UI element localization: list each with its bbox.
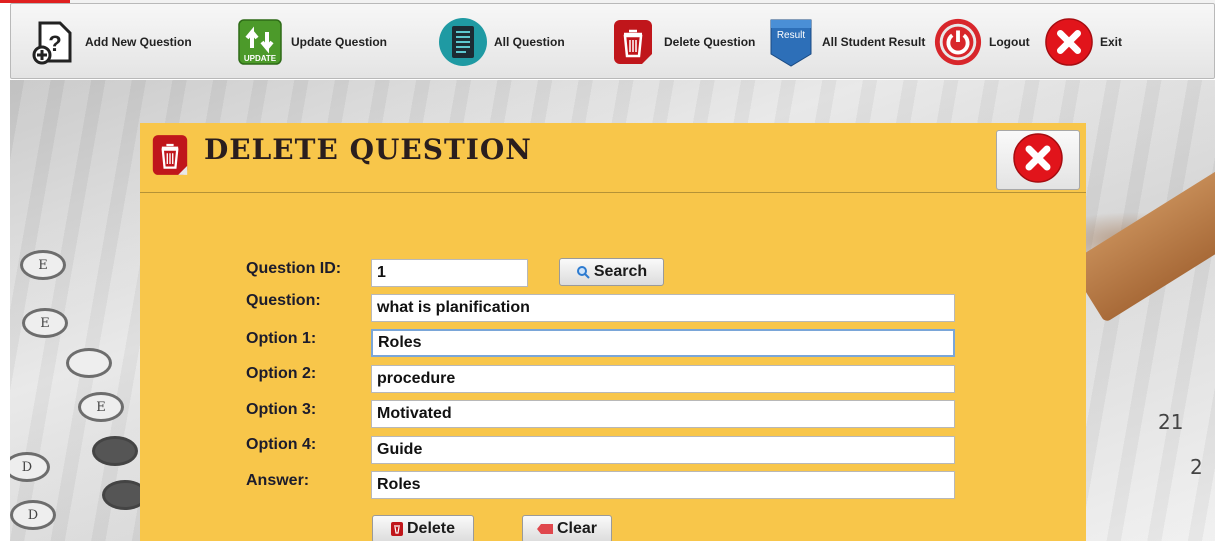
option-1-label: Option 1:: [246, 330, 317, 347]
option-2-label: Option 2:: [246, 365, 317, 382]
trash-icon: [390, 522, 403, 536]
dialog-title: DELETE QUESTION: [204, 133, 532, 166]
close-icon: [1044, 17, 1094, 67]
question-label: Question:: [246, 292, 321, 309]
toolbar-label: All Question: [494, 35, 565, 49]
power-icon: [933, 17, 983, 67]
question-field[interactable]: [371, 294, 955, 322]
delete-question-button[interactable]: Delete Question: [608, 4, 755, 80]
update-question-button[interactable]: UPDATE Update Question: [235, 4, 387, 80]
delete-button[interactable]: Delete: [372, 515, 474, 541]
option-1-field[interactable]: [371, 329, 955, 357]
toolbar-label: Update Question: [291, 35, 388, 49]
sheet-number: 2: [1190, 455, 1203, 479]
all-student-result-button[interactable]: Result All Student Result: [766, 4, 925, 80]
toolbar-label: Logout: [989, 35, 1030, 49]
toolbar-label: All Student Result: [822, 35, 926, 49]
exit-button[interactable]: Exit: [1044, 4, 1122, 80]
sheet-bubble: E: [20, 250, 66, 280]
sheet-number: 21: [1158, 410, 1184, 434]
trash-icon: [608, 17, 658, 67]
answer-field[interactable]: [371, 471, 955, 499]
sheet-bubble-filled: [92, 436, 138, 466]
logout-button[interactable]: Logout: [933, 4, 1030, 80]
option-3-label: Option 3:: [246, 401, 317, 418]
option-3-field[interactable]: [371, 400, 955, 428]
clear-button[interactable]: Clear: [522, 515, 612, 541]
result-badge-icon: Result: [766, 17, 816, 67]
option-4-label: Option 4:: [246, 436, 317, 453]
search-button-label: Search: [593, 263, 648, 280]
close-dialog-button[interactable]: [996, 130, 1080, 190]
all-question-button[interactable]: All Question: [438, 4, 565, 80]
delete-question-panel: DELETE QUESTION Question ID: Search Ques…: [140, 123, 1086, 541]
trash-icon: [151, 132, 189, 178]
sheet-bubble: E: [22, 308, 68, 338]
add-question-icon: ?: [29, 17, 79, 67]
background-pencil: [1068, 147, 1215, 323]
option-4-field[interactable]: [371, 436, 955, 464]
toolbar-label: Delete Question: [664, 35, 756, 49]
answer-label: Answer:: [246, 472, 310, 489]
dialog-header: DELETE QUESTION: [140, 123, 1086, 193]
sheet-bubble: E: [78, 392, 124, 422]
question-id-label: Question ID:: [246, 260, 342, 277]
result-icon-text: Result: [777, 30, 806, 41]
clear-button-label: Clear: [556, 520, 598, 537]
eraser-icon: [536, 524, 553, 534]
main-toolbar: ? Add New Question UPDATE Update Questio…: [10, 3, 1215, 79]
add-new-question-button[interactable]: ? Add New Question: [29, 4, 192, 80]
search-button[interactable]: Search: [559, 258, 664, 286]
sheet-bubble: D: [10, 500, 56, 530]
svg-text:UPDATE: UPDATE: [244, 54, 277, 63]
document-list-icon: [438, 17, 488, 67]
close-icon: [1012, 132, 1064, 189]
toolbar-label: Add New Question: [85, 35, 192, 49]
question-id-field[interactable]: [371, 259, 528, 287]
update-icon: UPDATE: [235, 17, 285, 67]
delete-button-label: Delete: [406, 520, 456, 537]
option-2-field[interactable]: [371, 365, 955, 393]
toolbar-label: Exit: [1100, 35, 1123, 49]
search-icon: [576, 266, 590, 279]
sheet-bubble: D: [10, 452, 50, 482]
sheet-bubble: [66, 348, 112, 378]
